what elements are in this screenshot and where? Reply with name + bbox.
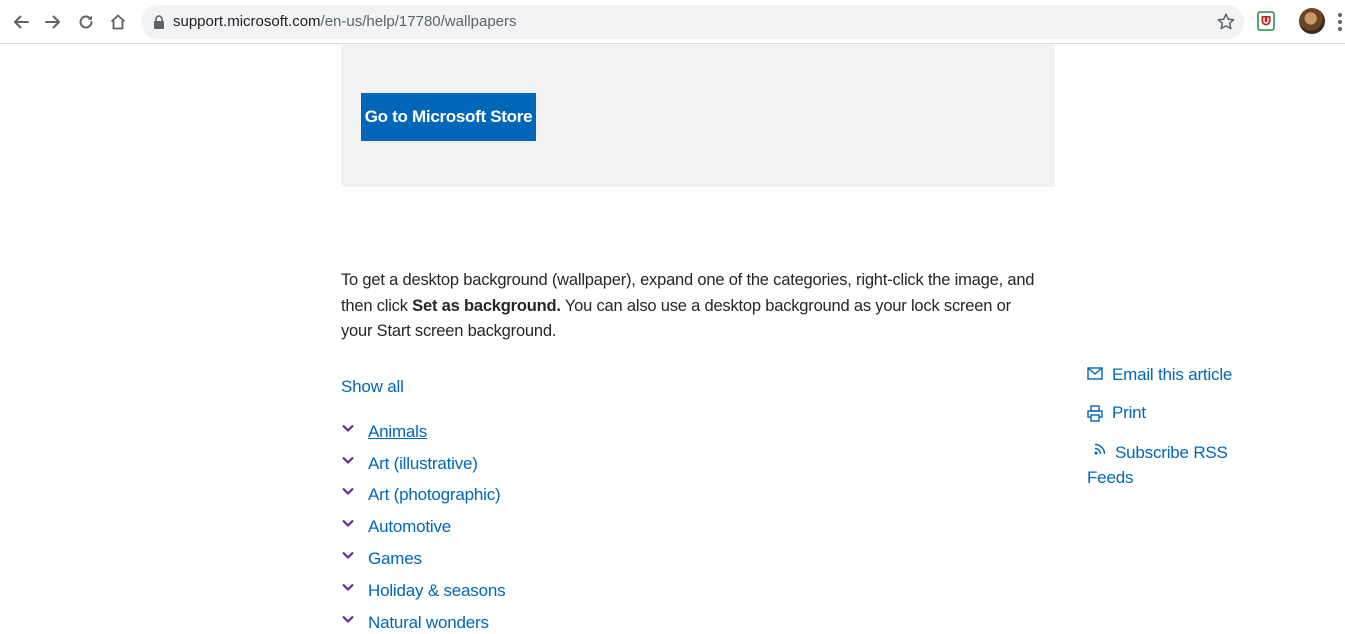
email-article-label: Email this article	[1112, 365, 1233, 384]
chevron-down-icon	[342, 583, 354, 591]
intro-paragraph: To get a desktop background (wallpaper),…	[341, 268, 1041, 345]
chevron-down-icon	[342, 520, 354, 528]
chevron-down-icon	[342, 615, 354, 623]
category-item-art-illustrative[interactable]: Art (illustrative)	[341, 448, 505, 480]
category-label: Art (illustrative)	[368, 453, 478, 473]
chevron-down-icon	[342, 456, 354, 464]
category-label: Games	[368, 549, 422, 569]
rss-icon	[1094, 443, 1106, 455]
url-path: /en-us/help/17780/wallpapers	[320, 13, 517, 30]
address-bar[interactable]: support.microsoft.com/en-us/help/17780/w…	[141, 5, 1244, 39]
avatar[interactable]	[1299, 8, 1325, 34]
category-item-natural-wonders[interactable]: Natural wonders	[341, 607, 505, 634]
reload-icon[interactable]	[73, 9, 99, 35]
print-link[interactable]: Print	[1087, 400, 1267, 425]
url-text[interactable]: support.microsoft.com/en-us/help/17780/w…	[173, 13, 517, 30]
category-item-holiday-seasons[interactable]: Holiday & seasons	[341, 575, 506, 607]
category-list: Animals Art (illustrative) Art (photogra…	[341, 416, 506, 634]
store-promo-box: Go to Microsoft Store	[341, 45, 1055, 187]
extension-icon[interactable]	[1257, 11, 1275, 31]
chevron-down-icon	[342, 424, 354, 432]
go-to-microsoft-store-button[interactable]: Go to Microsoft Store	[361, 93, 536, 141]
article-actions: Email this article Print Subscribe RSS F…	[1087, 362, 1267, 490]
category-item-games[interactable]: Games	[341, 543, 505, 575]
back-icon[interactable]	[8, 9, 34, 35]
mail-icon	[1087, 367, 1103, 380]
star-icon[interactable]	[1216, 12, 1236, 32]
menu-icon[interactable]	[1337, 12, 1343, 32]
category-label: Art (photographic)	[368, 485, 501, 505]
category-label: Holiday & seasons	[368, 580, 506, 600]
url-domain: support.microsoft.com	[173, 13, 321, 30]
category-item-automotive[interactable]: Automotive	[341, 511, 505, 543]
category-item-art-photographic[interactable]: Art (photographic)	[341, 480, 505, 512]
category-label: Animals	[368, 421, 428, 441]
category-label: Automotive	[368, 517, 452, 537]
subscribe-rss-link[interactable]: Subscribe RSS Feeds	[1087, 440, 1267, 490]
lock-icon	[154, 15, 164, 29]
chevron-down-icon	[342, 551, 354, 560]
print-label: Print	[1112, 403, 1146, 422]
home-icon[interactable]	[105, 9, 131, 35]
show-all-link[interactable]: Show all	[341, 377, 404, 397]
printer-icon	[1087, 405, 1103, 422]
intro-bold-text: Set as background.	[412, 296, 561, 315]
forward-icon[interactable]	[40, 9, 66, 35]
email-article-link[interactable]: Email this article	[1087, 362, 1267, 387]
subscribe-rss-label: Subscribe RSS Feeds	[1087, 443, 1228, 487]
category-label: Natural wonders	[368, 612, 489, 632]
chevron-down-icon	[342, 488, 354, 496]
browser-toolbar: support.microsoft.com/en-us/help/17780/w…	[0, 0, 1345, 44]
category-item-animals[interactable]: Animals	[341, 416, 505, 448]
